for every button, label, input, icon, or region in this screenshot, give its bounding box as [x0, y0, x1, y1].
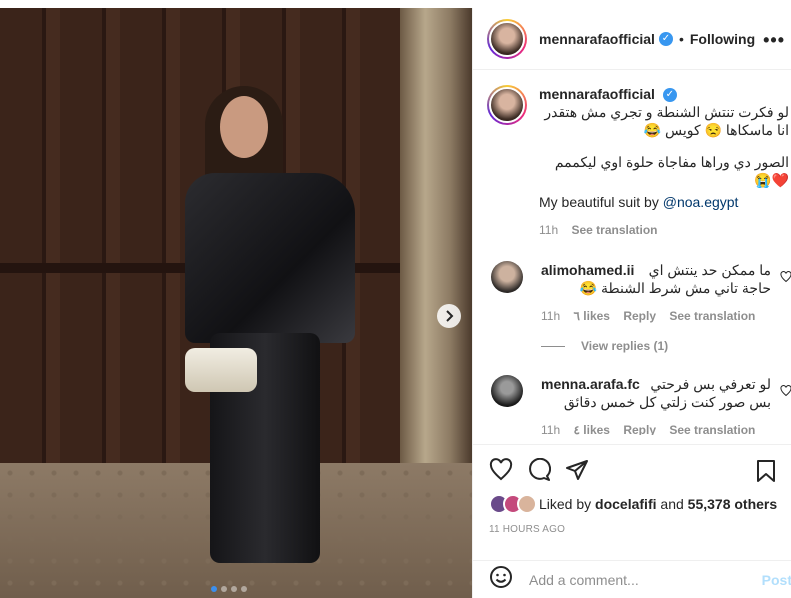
comment-item: alimohamed.ii ما ممكن حد ينتش اي حاجة تا…: [473, 261, 791, 325]
caption-text: لو فكرت تنتش الشنطة و تجري مش هتقدر انا …: [544, 104, 789, 138]
post-username[interactable]: mennarafaofficial: [539, 31, 655, 47]
clutch-bag: [185, 348, 257, 392]
chevron-right-icon: [446, 310, 454, 322]
comments-list[interactable]: mennarafaofficial ✓ لو فكرت تنتش الشنطة …: [473, 71, 791, 435]
following-button[interactable]: Following: [690, 31, 755, 47]
avatar: [517, 494, 537, 514]
see-translation-link[interactable]: See translation: [669, 423, 755, 435]
avatar[interactable]: [491, 375, 523, 407]
comment-icon[interactable]: [527, 457, 551, 482]
avatar[interactable]: [487, 18, 527, 59]
post-timestamp: 11 HOURS AGO: [489, 524, 566, 535]
likes-count-link[interactable]: 55,378 others: [688, 496, 778, 512]
caption-time: 11h: [539, 223, 559, 237]
caption: mennarafaofficial ✓ لو فكرت تنتش الشنطة …: [473, 71, 791, 239]
post-button[interactable]: Post: [762, 572, 791, 588]
share-icon[interactable]: [565, 458, 589, 482]
caption-username[interactable]: mennarafaofficial: [539, 86, 655, 102]
comment-likes[interactable]: ٦ likes: [573, 309, 609, 323]
carousel-dot: [231, 586, 237, 592]
woman-in-black-suit: [175, 78, 365, 598]
caption-text: الصور دي وراها مفاجاة حلوة اوي ليكممم ❤️…: [554, 154, 789, 188]
heart-icon[interactable]: [489, 457, 513, 482]
heart-icon[interactable]: [780, 385, 791, 397]
doorway: [400, 8, 472, 478]
likes-summary: Liked by docelafifi and 55,378 others: [489, 494, 777, 514]
avatar[interactable]: [487, 85, 527, 125]
emoji-icon[interactable]: [489, 565, 513, 594]
post-sidebar: mennarafaofficial ✓ • Following ••• menn…: [472, 8, 791, 598]
comment-username[interactable]: menna.arafa.fc: [541, 375, 640, 393]
verified-badge-icon: ✓: [662, 88, 677, 103]
heart-icon[interactable]: [780, 271, 791, 283]
bookmark-icon[interactable]: [756, 459, 776, 483]
see-translation-link[interactable]: See translation: [669, 309, 755, 323]
liked-by-user[interactable]: docelafifi: [595, 496, 656, 512]
carousel-dot: [221, 586, 227, 592]
reply-link[interactable]: Reply: [623, 309, 656, 323]
next-photo-button[interactable]: [437, 304, 461, 328]
caption-text: My beautiful suit by: [539, 194, 659, 210]
comment-time: 11h: [541, 309, 561, 323]
verified-badge-icon: ✓: [658, 31, 673, 46]
avatar[interactable]: [491, 261, 523, 293]
carousel-dot: [241, 586, 247, 592]
comment-time: 11h: [541, 423, 561, 435]
carousel-dot: [211, 586, 217, 592]
comment-input[interactable]: Add a comment...: [529, 572, 791, 588]
comment-item: menna.arafa.fc لو تعرفي بس فرحتي بس صور …: [473, 375, 791, 435]
mention-link[interactable]: @noa.egypt: [663, 194, 739, 210]
see-translation-link[interactable]: See translation: [571, 223, 657, 237]
view-replies-link[interactable]: View replies (1): [541, 339, 791, 353]
comment-username[interactable]: alimohamed.ii: [541, 261, 634, 279]
more-options-icon[interactable]: •••: [763, 30, 785, 51]
add-comment-bar: Add a comment... Post: [473, 560, 791, 598]
carousel-dots: [211, 586, 247, 592]
comment-likes[interactable]: ٤ likes: [573, 423, 609, 435]
reply-link[interactable]: Reply: [623, 423, 656, 435]
post-photo[interactable]: [0, 8, 472, 598]
post-header: mennarafaofficial ✓ • Following •••: [473, 8, 791, 70]
action-bar: [473, 444, 791, 494]
